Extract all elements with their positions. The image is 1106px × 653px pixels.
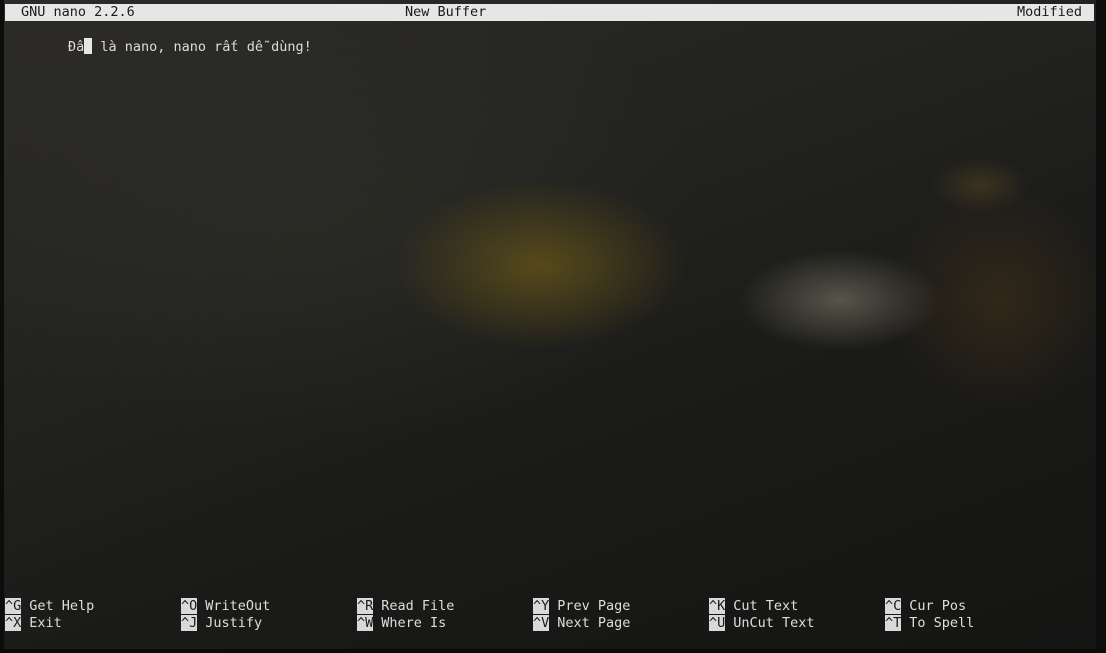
shortcut-label: Prev Page [557,598,631,614]
shortcut-next-page[interactable]: ^V Next Page [533,615,630,632]
shortcut-key: ^T [885,615,902,631]
shortcut-label: Next Page [557,615,631,631]
shortcut-label: UnCut Text [733,615,815,631]
shortcut-label: Cur Pos [909,598,967,614]
shortcut-key: ^W [357,615,374,631]
shortcut-key: ^J [181,615,198,631]
window-frame-left [0,0,4,653]
shortcut-cut-text[interactable]: ^K Cut Text [709,598,798,615]
shortcut-key: ^C [885,598,902,614]
shortcut-cur-pos[interactable]: ^C Cur Pos [885,598,966,615]
shortcut-label: Get Help [29,598,95,614]
shortcut-uncut-text[interactable]: ^U UnCut Text [709,615,815,632]
nano-title-bar: GNU nano 2.2.6 New Buffer Modified [5,4,1094,21]
editor-text-area[interactable]: Đâ là nano, nano rất dễ dùng! [68,38,312,56]
shortcut-key: ^O [181,598,198,614]
shortcut-exit[interactable]: ^X Exit [5,615,62,632]
shortcut-get-help[interactable]: ^G Get Help [5,598,94,615]
shortcut-label: Where Is [381,615,447,631]
shortcut-writeout[interactable]: ^O WriteOut [181,598,270,615]
shortcut-key: ^K [709,598,726,614]
shortcut-key: ^X [5,615,22,631]
shortcut-justify[interactable]: ^J Justify [181,615,262,632]
shortcut-key: ^U [709,615,726,631]
shortcut-where-is[interactable]: ^W Where Is [357,615,446,632]
terminal-window: GNU nano 2.2.6 New Buffer Modified Đâ là… [0,0,1106,653]
window-frame-right [1096,0,1106,653]
shortcut-read-file[interactable]: ^R Read File [357,598,454,615]
text-after-cursor: là nano, nano rất dễ dùng! [92,39,312,55]
buffer-name: New Buffer [405,4,487,20]
shortcut-label: Cut Text [733,598,799,614]
shortcut-key: ^G [5,598,22,614]
shortcut-bar: ^G Get Help ^O WriteOut ^R Read File ^Y Prev… [5,598,1094,634]
app-version: GNU nano 2.2.6 [21,4,135,20]
text-before-cursor: Đâ [68,39,85,55]
shortcut-to-spell[interactable]: ^T To Spell [885,615,974,632]
shortcut-key: ^Y [533,598,550,614]
shortcut-prev-page[interactable]: ^Y Prev Page [533,598,630,615]
shortcut-label: Justify [205,615,263,631]
shortcut-label: Read File [381,598,455,614]
shortcut-key: ^V [533,615,550,631]
modified-status: Modified [1016,4,1082,20]
shortcut-label: To Spell [909,615,975,631]
shortcut-label: WriteOut [205,598,271,614]
shortcut-key: ^R [357,598,374,614]
shortcut-label: Exit [29,615,62,631]
window-frame-bottom [0,649,1106,653]
